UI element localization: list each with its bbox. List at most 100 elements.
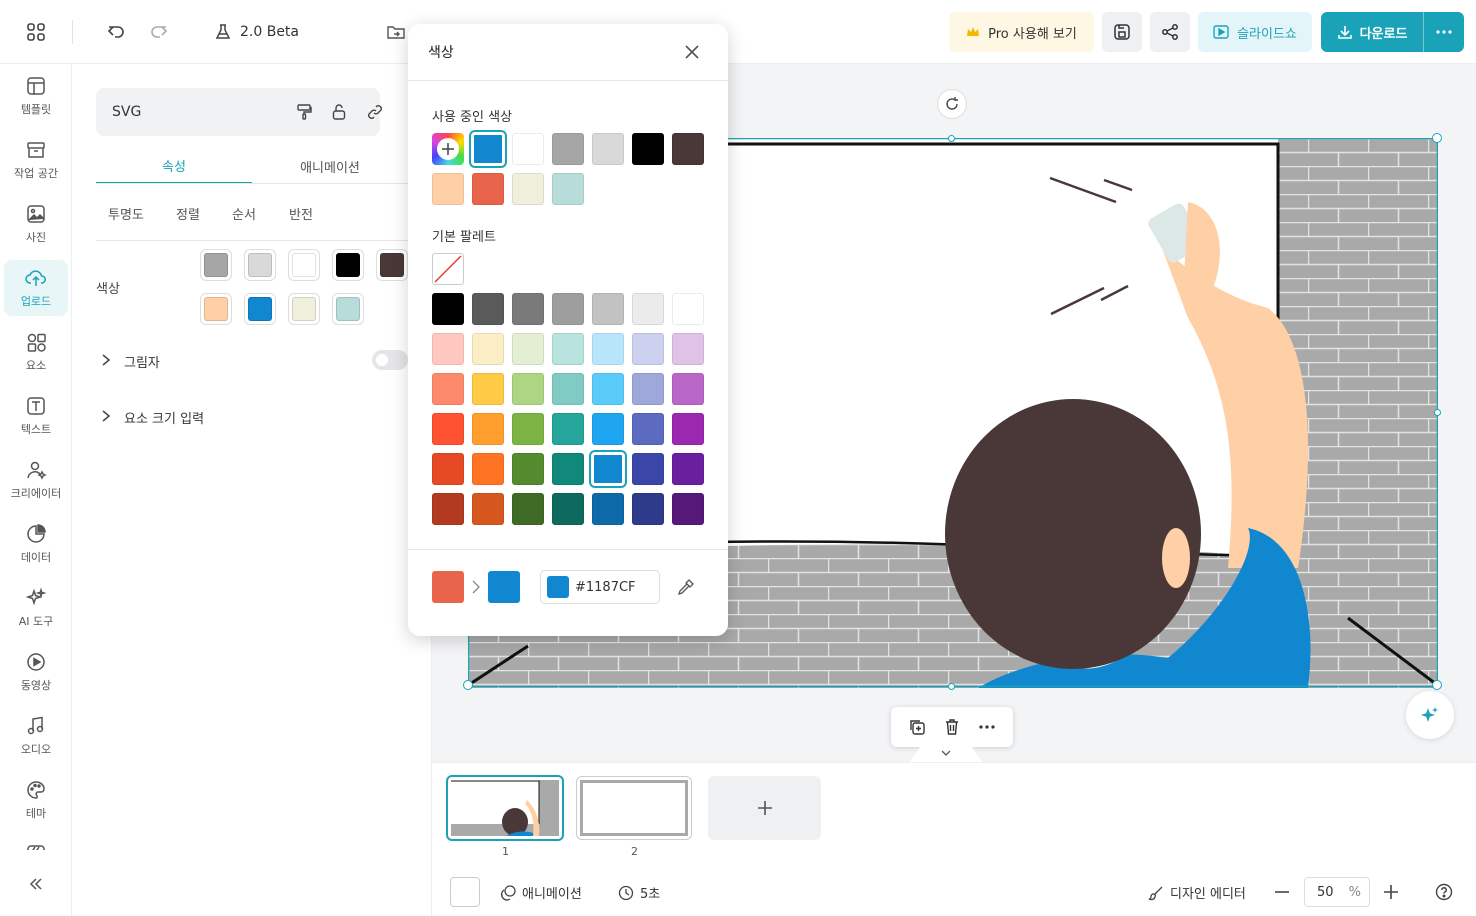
- palette-color-swatch[interactable]: [472, 293, 504, 325]
- color-swatch[interactable]: [332, 293, 364, 325]
- palette-color-swatch[interactable]: [432, 413, 464, 445]
- palette-color-swatch[interactable]: [672, 373, 704, 405]
- palette-color-swatch[interactable]: [472, 333, 504, 365]
- palette-color-swatch[interactable]: [592, 493, 624, 525]
- trash-icon[interactable]: [943, 718, 961, 736]
- more-dots-icon[interactable]: [978, 725, 996, 729]
- tab-animation[interactable]: 애니메이션: [252, 148, 408, 184]
- background-color-button[interactable]: [450, 877, 480, 907]
- used-color-swatch[interactable]: [672, 133, 704, 165]
- pro-trial-button[interactable]: Pro 사용해 보기: [949, 12, 1094, 52]
- rail-item-upload[interactable]: 업로드: [4, 260, 68, 316]
- palette-color-swatch[interactable]: [632, 333, 664, 365]
- used-color-swatch[interactable]: [552, 173, 584, 205]
- format-painter-icon[interactable]: [295, 103, 313, 121]
- resize-handle[interactable]: [1432, 133, 1442, 143]
- used-color-swatch[interactable]: [552, 133, 584, 165]
- duration-button[interactable]: 5초: [618, 883, 660, 902]
- used-color-swatch[interactable]: [592, 133, 624, 165]
- undo-icon[interactable]: [102, 18, 130, 46]
- palette-color-swatch[interactable]: [512, 293, 544, 325]
- shadow-toggle[interactable]: [372, 350, 408, 370]
- palette-color-swatch[interactable]: [552, 333, 584, 365]
- page-thumbnail-2[interactable]: [576, 776, 692, 840]
- subtab-flip[interactable]: 반전: [289, 204, 313, 223]
- add-page-button[interactable]: [708, 776, 821, 840]
- resize-handle[interactable]: [463, 680, 473, 690]
- color-swatch[interactable]: [200, 293, 232, 325]
- palette-color-swatch[interactable]: [512, 453, 544, 485]
- palette-color-swatch[interactable]: [552, 373, 584, 405]
- hex-input[interactable]: #1187CF: [540, 570, 660, 604]
- used-color-swatch[interactable]: [632, 133, 664, 165]
- share-button[interactable]: [1150, 12, 1190, 52]
- color-swatch[interactable]: [288, 293, 320, 325]
- used-color-swatch[interactable]: [512, 133, 544, 165]
- palette-color-swatch[interactable]: [672, 333, 704, 365]
- close-icon[interactable]: [684, 44, 700, 60]
- rail-item-creator[interactable]: 크리에이터: [4, 452, 68, 508]
- rail-item-theme[interactable]: 테마: [4, 772, 68, 828]
- palette-color-swatch[interactable]: [472, 453, 504, 485]
- duplicate-icon[interactable]: [908, 718, 926, 736]
- palette-color-swatch[interactable]: [512, 333, 544, 365]
- palette-color-swatch[interactable]: [552, 493, 584, 525]
- resize-handle[interactable]: [948, 683, 955, 690]
- used-color-swatch[interactable]: [512, 173, 544, 205]
- palette-color-swatch[interactable]: [589, 450, 627, 488]
- palette-color-swatch[interactable]: [432, 373, 464, 405]
- resize-handle[interactable]: [948, 135, 955, 142]
- palette-color-swatch[interactable]: [632, 373, 664, 405]
- help-icon[interactable]: [1435, 883, 1453, 901]
- palette-color-swatch[interactable]: [632, 293, 664, 325]
- palette-color-swatch[interactable]: [512, 413, 544, 445]
- collapse-rail-icon[interactable]: [26, 874, 46, 894]
- rail-item-data[interactable]: 데이터: [4, 516, 68, 572]
- color-swatch[interactable]: [376, 249, 408, 281]
- subtab-align[interactable]: 정렬: [176, 204, 200, 223]
- add-custom-color-button[interactable]: [432, 133, 464, 165]
- used-color-swatch[interactable]: [432, 173, 464, 205]
- palette-color-swatch[interactable]: [592, 413, 624, 445]
- palette-color-swatch[interactable]: [672, 413, 704, 445]
- resize-handle[interactable]: [1434, 409, 1441, 416]
- link-icon[interactable]: [366, 103, 384, 121]
- rotate-handle[interactable]: [937, 89, 967, 119]
- subtab-order[interactable]: 순서: [232, 204, 256, 223]
- palette-color-swatch[interactable]: [552, 453, 584, 485]
- palette-color-swatch[interactable]: [632, 493, 664, 525]
- palette-color-swatch[interactable]: [512, 373, 544, 405]
- palette-color-swatch[interactable]: [632, 413, 664, 445]
- page-thumbnail-1[interactable]: [446, 775, 564, 841]
- color-swatch[interactable]: [244, 249, 276, 281]
- palette-color-swatch[interactable]: [632, 453, 664, 485]
- save-button[interactable]: [1102, 12, 1142, 52]
- palette-color-swatch[interactable]: [432, 333, 464, 365]
- move-to-folder-icon[interactable]: [382, 18, 410, 46]
- color-swatch[interactable]: [200, 249, 232, 281]
- rail-item-text[interactable]: 텍스트: [4, 388, 68, 444]
- redo-icon[interactable]: [145, 18, 173, 46]
- palette-color-swatch[interactable]: [672, 493, 704, 525]
- subtab-opacity[interactable]: 투명도: [108, 204, 144, 223]
- collapse-pages-tab[interactable]: [910, 744, 982, 762]
- palette-color-swatch[interactable]: [432, 293, 464, 325]
- download-button[interactable]: 다운로드: [1321, 12, 1423, 52]
- ai-assistant-button[interactable]: [1406, 691, 1454, 739]
- zoom-input[interactable]: 50 %: [1304, 877, 1370, 907]
- zoom-out-icon[interactable]: [1275, 891, 1289, 893]
- unlock-icon[interactable]: [330, 103, 348, 121]
- apps-grid-icon[interactable]: [22, 18, 50, 46]
- zoom-in-icon[interactable]: [1384, 885, 1398, 899]
- palette-color-swatch[interactable]: [552, 293, 584, 325]
- palette-color-swatch[interactable]: [592, 373, 624, 405]
- rail-item-elements[interactable]: 요소: [4, 324, 68, 380]
- eyedropper-icon[interactable]: [677, 578, 695, 596]
- palette-color-swatch[interactable]: [432, 453, 464, 485]
- color-swatch[interactable]: [244, 293, 276, 325]
- rail-item-template[interactable]: 템플릿: [4, 68, 68, 124]
- palette-color-swatch[interactable]: [552, 413, 584, 445]
- palette-color-swatch[interactable]: [592, 333, 624, 365]
- slideshow-button[interactable]: 슬라이드쇼: [1198, 12, 1312, 52]
- more-options-button[interactable]: [1424, 12, 1464, 52]
